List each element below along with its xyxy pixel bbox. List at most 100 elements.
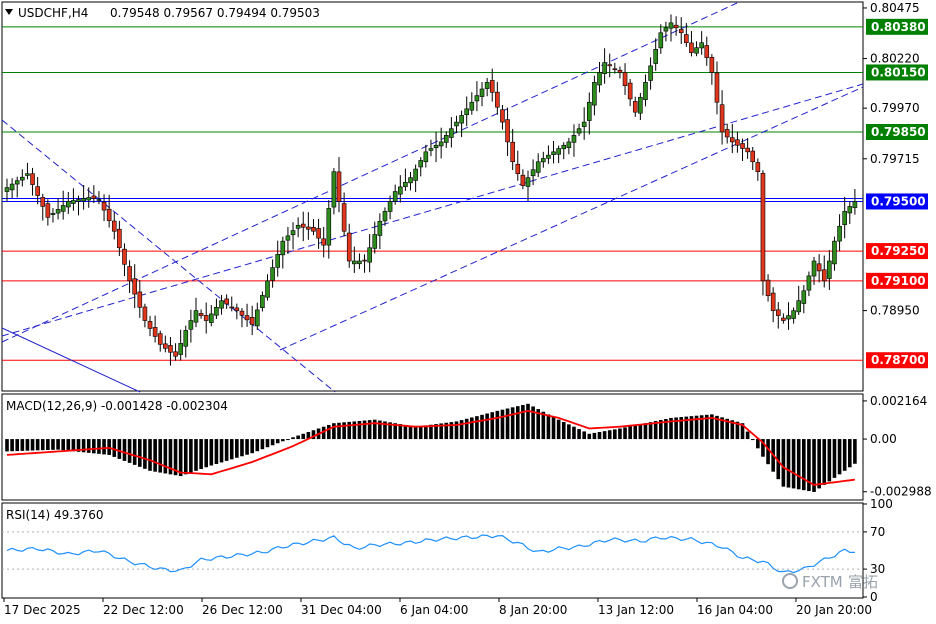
macd-bar-12 xyxy=(66,439,71,451)
macd-bar-155 xyxy=(796,439,801,490)
candle-body-115 xyxy=(592,82,597,106)
candle-body-31 xyxy=(163,343,168,349)
macd-bar-78 xyxy=(403,424,408,440)
candle-body-60 xyxy=(311,226,316,232)
candle-body-107 xyxy=(551,151,556,155)
watermark-cn-text: 富拓 xyxy=(848,573,878,591)
macd-bar-92 xyxy=(475,416,479,440)
candle-body-102 xyxy=(525,177,531,187)
time-tick-label-2: 26 Dec 12:00 xyxy=(202,603,283,617)
candle-body-37 xyxy=(193,310,199,323)
candle-body-139 xyxy=(714,72,720,103)
macd-bar-93 xyxy=(480,414,484,440)
macd-bar-17 xyxy=(92,439,96,454)
macd-bar-47 xyxy=(245,439,249,455)
time-tick-label-8: 20 Jan 20:00 xyxy=(796,603,872,617)
candle-body-66 xyxy=(341,203,347,232)
candle-body-129 xyxy=(663,27,669,32)
candle-body-138 xyxy=(709,56,715,73)
candle-body-132 xyxy=(678,29,684,34)
candle-body-16 xyxy=(86,197,92,201)
macd-bar-145 xyxy=(745,431,750,440)
candle-body-108 xyxy=(556,148,561,155)
candle-body-12 xyxy=(65,201,71,208)
macd-bar-20 xyxy=(107,439,111,455)
macd-bar-159 xyxy=(817,439,821,489)
candle-body-21 xyxy=(111,220,117,232)
candle-body-150 xyxy=(770,292,776,311)
candle-body-29 xyxy=(152,327,158,337)
level-tag-label-3: 0.79500 xyxy=(871,194,926,208)
candle-body-109 xyxy=(561,144,567,150)
macd-bar-39 xyxy=(204,439,209,468)
candle-body-56 xyxy=(290,230,296,236)
candle-body-76 xyxy=(392,191,398,202)
price-tick-label-4: 0.78950 xyxy=(870,304,920,318)
candle-body-72 xyxy=(372,234,378,249)
candle-body-74 xyxy=(382,211,388,222)
candle-body-104 xyxy=(535,161,541,173)
macd-bar-38 xyxy=(199,439,203,470)
macd-bar-58 xyxy=(301,433,306,440)
candle-body-89 xyxy=(459,115,464,124)
candle-body-42 xyxy=(219,300,224,309)
chart-canvas[interactable]: 0.80475 0.80220 0.79970 0.79715 0.78950 0.803… xyxy=(0,0,936,624)
candle-body-96 xyxy=(495,91,500,108)
macd-bar-105 xyxy=(541,411,546,440)
candle-body-25 xyxy=(132,278,137,295)
candle-body-2 xyxy=(14,180,20,185)
candle-body-158 xyxy=(811,260,817,277)
candle-body-11 xyxy=(60,205,66,212)
candle-body-50 xyxy=(260,295,265,308)
macd-bar-126 xyxy=(648,422,653,440)
candle-body-57 xyxy=(295,224,301,229)
candle-body-120 xyxy=(617,69,623,73)
macd-bar-109 xyxy=(561,422,566,440)
macd-bar-107 xyxy=(551,417,556,440)
candle-body-160 xyxy=(821,269,827,282)
candle-body-1 xyxy=(9,183,15,191)
level-tag-label-0: 0.80380 xyxy=(871,20,926,34)
candle-body-59 xyxy=(306,226,311,230)
candle-body-135 xyxy=(694,47,699,54)
macd-bar-96 xyxy=(495,410,500,440)
candle-body-130 xyxy=(668,22,674,29)
candle-body-24 xyxy=(127,266,132,282)
level-tag-label-5: 0.79100 xyxy=(871,274,926,288)
candle-body-54 xyxy=(280,240,286,256)
macd-bar-94 xyxy=(485,413,489,440)
candle-body-0 xyxy=(4,187,10,192)
candle-body-67 xyxy=(346,232,352,262)
macd-bar-9 xyxy=(51,439,55,450)
time-tick-label-4: 6 Jan 04:00 xyxy=(400,603,468,617)
macd-bar-42 xyxy=(219,439,224,463)
candle-body-131 xyxy=(673,24,679,29)
candle-body-143 xyxy=(735,139,740,146)
candle-body-112 xyxy=(576,128,582,134)
candle-body-133 xyxy=(684,34,689,43)
candle-body-148 xyxy=(760,172,766,282)
candle-body-110 xyxy=(566,141,572,148)
level-tag-label-1: 0.80150 xyxy=(871,65,926,79)
candle-body-92 xyxy=(474,95,480,102)
candle-body-154 xyxy=(791,310,796,319)
candle-body-161 xyxy=(827,260,832,279)
macd-bar-24 xyxy=(127,439,132,463)
macd-bar-165 xyxy=(847,439,852,468)
macd-bar-55 xyxy=(286,439,290,441)
candle-body-52 xyxy=(270,267,275,281)
macd-bar-23 xyxy=(122,439,127,461)
macd-bar-43 xyxy=(224,439,229,461)
macd-bar-40 xyxy=(209,439,214,466)
candle-body-34 xyxy=(178,343,183,355)
candle-body-71 xyxy=(367,247,372,263)
candle-body-98 xyxy=(505,119,510,143)
rsi-tick-label-0: 100 xyxy=(870,497,893,511)
macd-bar-111 xyxy=(572,426,576,440)
candle-body-116 xyxy=(597,72,602,86)
macd-bar-120 xyxy=(618,428,622,440)
candle-body-48 xyxy=(249,317,255,325)
macd-bar-162 xyxy=(832,439,837,478)
macd-bar-22 xyxy=(117,439,122,459)
macd-bar-91 xyxy=(470,417,474,440)
